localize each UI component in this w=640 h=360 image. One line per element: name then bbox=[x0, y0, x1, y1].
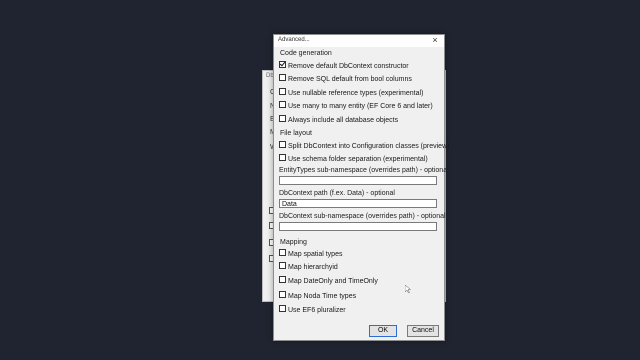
dialog-titlebar[interactable]: Advanced... × bbox=[274, 35, 444, 47]
checkbox-label: Map spatial types bbox=[288, 251, 343, 258]
checkbox-map-spatial[interactable]: Map spatial types bbox=[279, 249, 343, 259]
checkbox-remove-sql-default[interactable]: Remove SQL default from bool columns bbox=[279, 74, 412, 84]
dbcontext-namespace-input[interactable] bbox=[279, 222, 437, 231]
checkbox-label: Always include all database objects bbox=[288, 117, 399, 124]
checkbox-map-nodatime[interactable]: Map Noda Time types bbox=[279, 291, 357, 301]
mouse-pointer-icon bbox=[405, 285, 411, 293]
checkbox-box[interactable] bbox=[279, 74, 286, 81]
checkbox-box[interactable] bbox=[279, 276, 286, 283]
checkbox-label: Use schema folder separation (experiment… bbox=[288, 156, 428, 163]
checkbox-box[interactable] bbox=[279, 101, 286, 108]
checkbox-schema-folders[interactable]: Use schema folder separation (experiment… bbox=[279, 154, 428, 164]
checkbox-map-hierarchyid[interactable]: Map hierarchyid bbox=[279, 262, 338, 272]
checkbox-label: Map hierarchyid bbox=[288, 264, 338, 271]
checkbox-split-dbcontext[interactable]: Split DbContext into Configuration class… bbox=[279, 141, 450, 151]
checkbox-box[interactable] bbox=[279, 88, 286, 95]
checkbox-box[interactable] bbox=[279, 291, 286, 298]
section-mapping: Mapping bbox=[280, 239, 307, 246]
close-icon[interactable]: × bbox=[430, 35, 440, 46]
checkbox-many-to-many[interactable]: Use many to many entity (EF Core 6 and l… bbox=[279, 101, 433, 111]
checkbox-label: Map DateOnly and TimeOnly bbox=[288, 278, 378, 285]
checkbox-include-all-objects[interactable]: Always include all database objects bbox=[279, 115, 399, 125]
checkbox-remove-default-ctor[interactable]: Remove default DbContext constructor bbox=[279, 61, 409, 71]
checkbox-label: Split DbContext into Configuration class… bbox=[288, 143, 450, 150]
checkbox-label: Remove default DbContext constructor bbox=[288, 63, 409, 70]
checkbox-label: Use many to many entity (EF Core 6 and l… bbox=[288, 103, 433, 110]
checkbox-box[interactable] bbox=[279, 141, 286, 148]
checkbox-map-dateonly[interactable]: Map DateOnly and TimeOnly bbox=[279, 276, 378, 286]
cancel-button[interactable]: Cancel bbox=[407, 325, 439, 337]
check-icon[interactable] bbox=[279, 61, 286, 68]
checkbox-box[interactable] bbox=[279, 305, 286, 312]
section-code-generation: Code generation bbox=[280, 50, 332, 57]
checkbox-label: Use nullable reference types (experiment… bbox=[288, 90, 424, 97]
entity-types-namespace-input[interactable] bbox=[279, 176, 437, 185]
section-file-layout: File layout bbox=[280, 130, 312, 137]
checkbox-label: Use EF6 pluralizer bbox=[288, 307, 346, 314]
dbcontext-path-label: DbContext path (f.ex. Data) - optional bbox=[279, 190, 395, 197]
checkbox-nullable-ref-types[interactable]: Use nullable reference types (experiment… bbox=[279, 88, 424, 98]
checkbox-label: Remove SQL default from bool columns bbox=[288, 76, 412, 83]
checkbox-box[interactable] bbox=[279, 249, 286, 256]
checkbox-box[interactable] bbox=[279, 115, 286, 122]
dbcontext-namespace-label: DbContext sub-namespace (overrides path)… bbox=[279, 213, 446, 220]
ok-button[interactable]: OK bbox=[369, 325, 397, 337]
checkbox-ef6-pluralizer[interactable]: Use EF6 pluralizer bbox=[279, 305, 346, 315]
advanced-dialog: Advanced... × Code generation Remove def… bbox=[273, 34, 449, 341]
dbcontext-path-input[interactable]: Data bbox=[279, 199, 437, 208]
checkbox-box[interactable] bbox=[279, 262, 286, 269]
entity-types-namespace-label: EntityTypes sub-namespace (overrides pat… bbox=[279, 167, 449, 174]
dialog-title: Advanced... bbox=[278, 37, 310, 43]
checkbox-label: Map Noda Time types bbox=[288, 293, 357, 300]
checkbox-box[interactable] bbox=[279, 154, 286, 161]
